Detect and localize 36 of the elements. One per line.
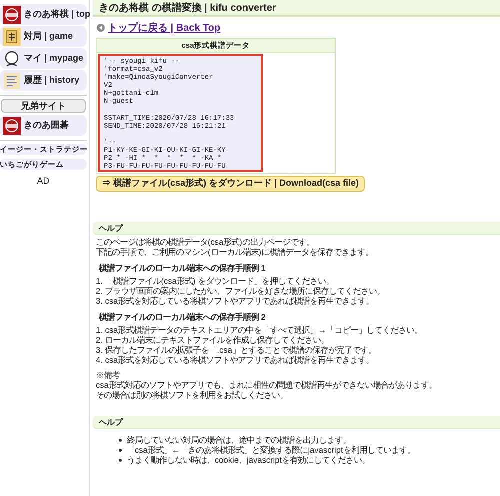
section-heading: ヘルプ [93, 416, 500, 429]
nav-link[interactable]: 履歴 | history [0, 70, 87, 91]
nav-link[interactable]: きのあ囲碁 [0, 115, 87, 136]
step-text: 1. csa形式棋譜データのテキストエリアの中を「すべて選択」→「コピー」してください。 [96, 325, 424, 335]
note-text: csa形式対応のソフトやアプリでも、まれに相性の問題で棋譜再生ができない場合があります。 [96, 380, 438, 390]
step-text: 2. ブラウザ画面の案内にしたがい、ファイルを好きな場所に保存してください。 [96, 286, 386, 296]
help-text: うまく動作しない時は、cookie、javascriptを有効にしてください。 [127, 455, 370, 465]
step-text: 3. csa形式を対応している将棋ソフトやアプリであれば棋譜を再生できます。 [96, 296, 376, 306]
step-text: 2. ローカル端末にテキストファイルを作成し保存してください。 [96, 335, 330, 345]
back-arrow-icon [97, 24, 105, 32]
help-text: このページは将棋の棋譜データ(csa形式)の出力ページです。 [96, 237, 316, 247]
board-icon [3, 28, 21, 46]
bullet-icon [119, 438, 122, 442]
help-text: 「csa形式」←「きのあ将棋形式」と変換する際にjavascriptを利用しています。 [127, 445, 416, 455]
note-heading: ※備考 [96, 370, 121, 380]
notes-icon [3, 72, 21, 90]
bullet-icon [119, 448, 122, 452]
help-text: 終局していない対局の場合は、途中までの棋譜を出力します。 [127, 435, 351, 445]
section-heading: 兄弟サイト [1, 99, 86, 113]
procedure-title: 棋譜ファイルのローカル端末への保存手順例 2 [98, 312, 267, 322]
section-heading: ヘルプ [93, 222, 500, 235]
nav-link[interactable]: 対局 | game [0, 26, 87, 47]
help-text: 下記の手順で、ご利用のマシン(ローカル端末)に棋譜データを保存できます。 [96, 247, 375, 257]
step-text: 4. csa形式を対応している将棋ソフトやアプリであれば棋譜を再生できます。 [96, 355, 376, 365]
qinoa-logo-icon [3, 6, 21, 24]
nav-link[interactable]: マイ | mypage [0, 48, 87, 69]
step-text: 1. 「棋譜ファイル(csa形式) をダウンロード」を押してください。 [96, 276, 335, 286]
download-button[interactable]: ⇒ 棋譜ファイル(csa形式) をダウンロード | Download(csa file) [96, 176, 366, 192]
qinoa-logo-icon [3, 116, 21, 134]
page-title: きのあ将棋 の棋譜変換 | kifu converter [93, 0, 500, 17]
bullet-icon [119, 458, 122, 462]
note-text: その場合は別の将棋ソフトを利用をお試しください。 [96, 390, 289, 400]
step-text: 3. 保存したファイルの拡張子を「.csa」とすることで棋譜の保存が完了です。 [96, 345, 378, 355]
ad-label: AD [36, 175, 51, 188]
procedure-title: 棋譜ファイルのローカル端末への保存手順例 1 [98, 263, 267, 273]
back-top-link[interactable]: トップに戻る | Back Top [108, 20, 221, 36]
